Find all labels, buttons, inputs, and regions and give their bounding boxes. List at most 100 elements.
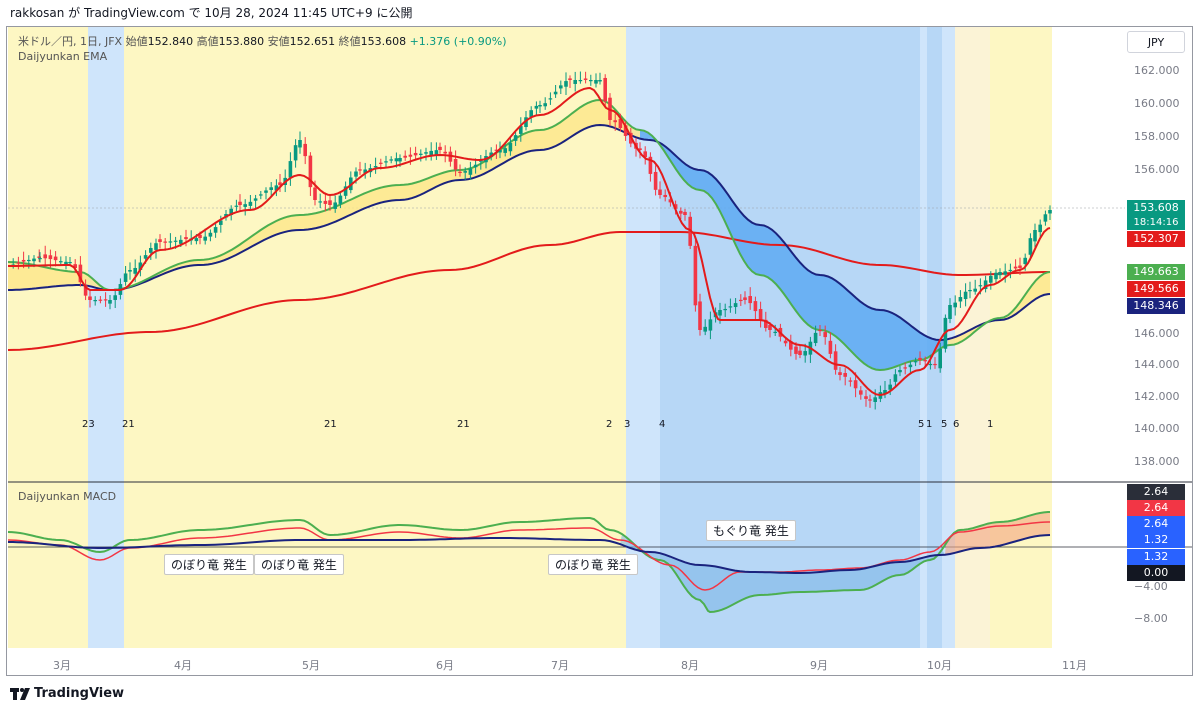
annotation-label[interactable]: のぼり竜 発生 — [548, 554, 638, 575]
macd-tick: −8.00 — [1134, 612, 1168, 625]
candle-body — [453, 158, 458, 170]
candle-body — [413, 152, 418, 156]
candle-body — [1048, 210, 1052, 214]
macd-label: 1.32 — [1127, 549, 1185, 565]
candle-body — [603, 77, 607, 102]
candle-body — [1018, 265, 1022, 268]
candle-body — [1013, 266, 1018, 269]
candle-body — [564, 81, 568, 87]
candle-body — [838, 372, 842, 375]
candle-body — [473, 164, 478, 168]
high-value: 153.880 — [218, 35, 265, 48]
candle-body — [133, 267, 137, 274]
candle-body — [868, 399, 872, 401]
price-tick: 140.000 — [1134, 422, 1180, 435]
cycle-count: 3 — [624, 419, 631, 430]
candle-body — [723, 308, 727, 311]
candle-body — [1023, 257, 1027, 265]
cycle-count: 5 — [918, 419, 925, 430]
candle-body — [458, 171, 462, 173]
candle-body — [269, 187, 273, 190]
candle-body — [243, 204, 247, 207]
price-chart[interactable] — [0, 0, 1200, 710]
chart-legend: 米ドル／円, 1日, JFX 始値152.840 高値153.880 安値152… — [18, 34, 507, 64]
candle-body — [443, 151, 447, 154]
candle-body — [918, 357, 922, 360]
candle-body — [683, 211, 687, 215]
annotation-label[interactable]: もぐり竜 発生 — [706, 520, 796, 541]
candle-body — [264, 190, 268, 193]
candle-body — [27, 259, 31, 262]
candle-body — [379, 162, 383, 164]
candle-body — [1008, 269, 1013, 272]
candle-body — [384, 161, 388, 163]
candle-body — [843, 372, 847, 377]
candle-body — [38, 258, 42, 260]
candle-body — [248, 201, 253, 206]
tradingview-logo-icon — [10, 688, 30, 700]
candle-body — [928, 363, 933, 366]
candle-body — [203, 236, 207, 241]
candle-body — [288, 161, 293, 178]
candle-body — [703, 326, 707, 332]
background-band — [990, 27, 1052, 648]
candle-body — [463, 171, 467, 173]
candle-body — [938, 348, 942, 369]
candle-body — [958, 297, 963, 302]
candle-body — [434, 150, 439, 155]
annotation-label[interactable]: のぼり竜 発生 — [164, 554, 254, 575]
time-tick: 11月 — [1062, 659, 1087, 672]
candle-body — [559, 85, 563, 89]
candle-body — [893, 374, 898, 382]
time-tick: 3月 — [53, 659, 71, 672]
candle-body — [864, 396, 868, 399]
candle-body — [594, 80, 598, 84]
currency-button[interactable]: JPY — [1127, 31, 1185, 53]
candle-body — [403, 155, 407, 158]
candle-body — [823, 332, 827, 338]
candle-body — [803, 351, 807, 356]
candle-body — [208, 232, 213, 237]
candle-body — [298, 140, 302, 148]
candle-body — [589, 80, 593, 82]
close-label: 終値 — [338, 35, 361, 48]
candle-body — [534, 105, 539, 109]
candle-body — [59, 261, 63, 263]
annotation-label[interactable]: のぼり竜 発生 — [254, 554, 344, 575]
candle-body — [1003, 271, 1007, 275]
time-tick: 7月 — [551, 659, 569, 672]
candle-body — [568, 78, 572, 80]
candle-body — [833, 351, 838, 370]
candle-body — [998, 272, 1002, 276]
candle-body — [798, 350, 802, 355]
candle-body — [658, 189, 662, 195]
macd-title: Daijyunkan MACD — [18, 490, 117, 503]
ema-short-label: 152.307 — [1127, 231, 1185, 247]
candle-body — [149, 248, 153, 253]
candle-body — [358, 169, 362, 171]
cycle-count: 21 — [122, 419, 135, 430]
candle-body — [898, 370, 902, 373]
last-price-label: 153.608 — [1127, 200, 1185, 216]
candle-body — [1033, 230, 1037, 242]
candle-body — [743, 297, 747, 300]
candle-body — [303, 143, 307, 157]
ema-mid-label: 149.663 — [1127, 264, 1185, 280]
cycle-count: 2 — [606, 419, 613, 430]
candle-body — [853, 380, 858, 389]
price-tick: 160.000 — [1134, 97, 1180, 110]
candle-body — [438, 146, 442, 150]
candle-body — [698, 301, 702, 330]
candle-body — [158, 239, 162, 242]
price-tick: 162.000 — [1134, 64, 1180, 77]
background-band — [8, 27, 88, 648]
candle-body — [653, 171, 658, 190]
candle-body — [373, 166, 378, 168]
cycle-count: 23 — [82, 419, 95, 430]
ema-long-label: 148.346 — [1127, 298, 1185, 314]
cycle-count: 6 — [953, 419, 960, 430]
candle-body — [973, 288, 977, 292]
time-tick: 9月 — [810, 659, 828, 672]
time-tick: 4月 — [174, 659, 192, 672]
candle-body — [113, 295, 117, 300]
